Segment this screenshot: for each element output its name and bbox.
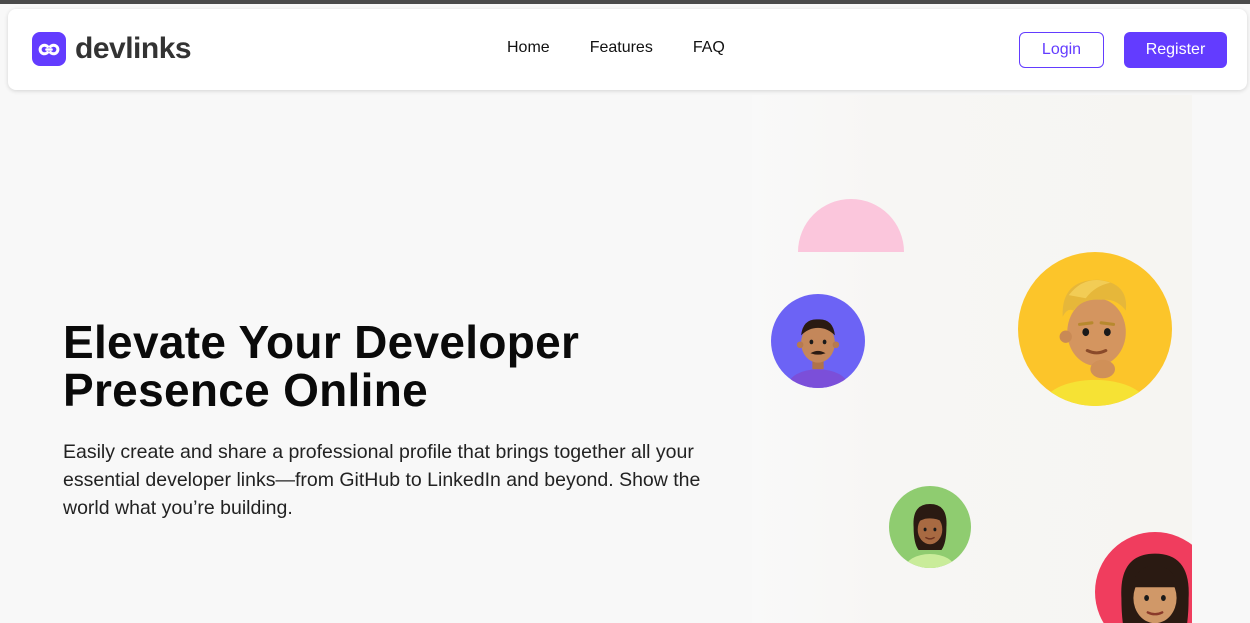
- pink-semicircle-shape: [798, 199, 904, 252]
- login-button[interactable]: Login: [1019, 32, 1104, 68]
- register-button[interactable]: Register: [1124, 32, 1227, 68]
- hero-illustration: [752, 95, 1192, 623]
- window-top-edge: [0, 0, 1250, 4]
- link-chain-icon: [32, 32, 66, 66]
- avatar-man-mustache-icon: [771, 294, 865, 388]
- hero-title: Elevate Your Developer Presence Online: [63, 316, 580, 416]
- avatar-blond-man-icon: [1018, 252, 1172, 406]
- avatar-woman-icon: [889, 486, 971, 568]
- nav-link-home[interactable]: Home: [507, 39, 550, 57]
- hero-description: Easily create and share a professional p…: [63, 441, 701, 519]
- nav-link-faq[interactable]: FAQ: [693, 39, 725, 57]
- avatar-woman-bangs-icon: [1095, 532, 1192, 623]
- brand-name: devlinks: [75, 32, 192, 65]
- nav-link-features[interactable]: Features: [590, 39, 653, 57]
- logo[interactable]: devlinks: [32, 32, 192, 66]
- navbar: devlinks Home Features FAQ Login Registe…: [8, 9, 1247, 90]
- main-nav: Home Features FAQ: [507, 39, 725, 57]
